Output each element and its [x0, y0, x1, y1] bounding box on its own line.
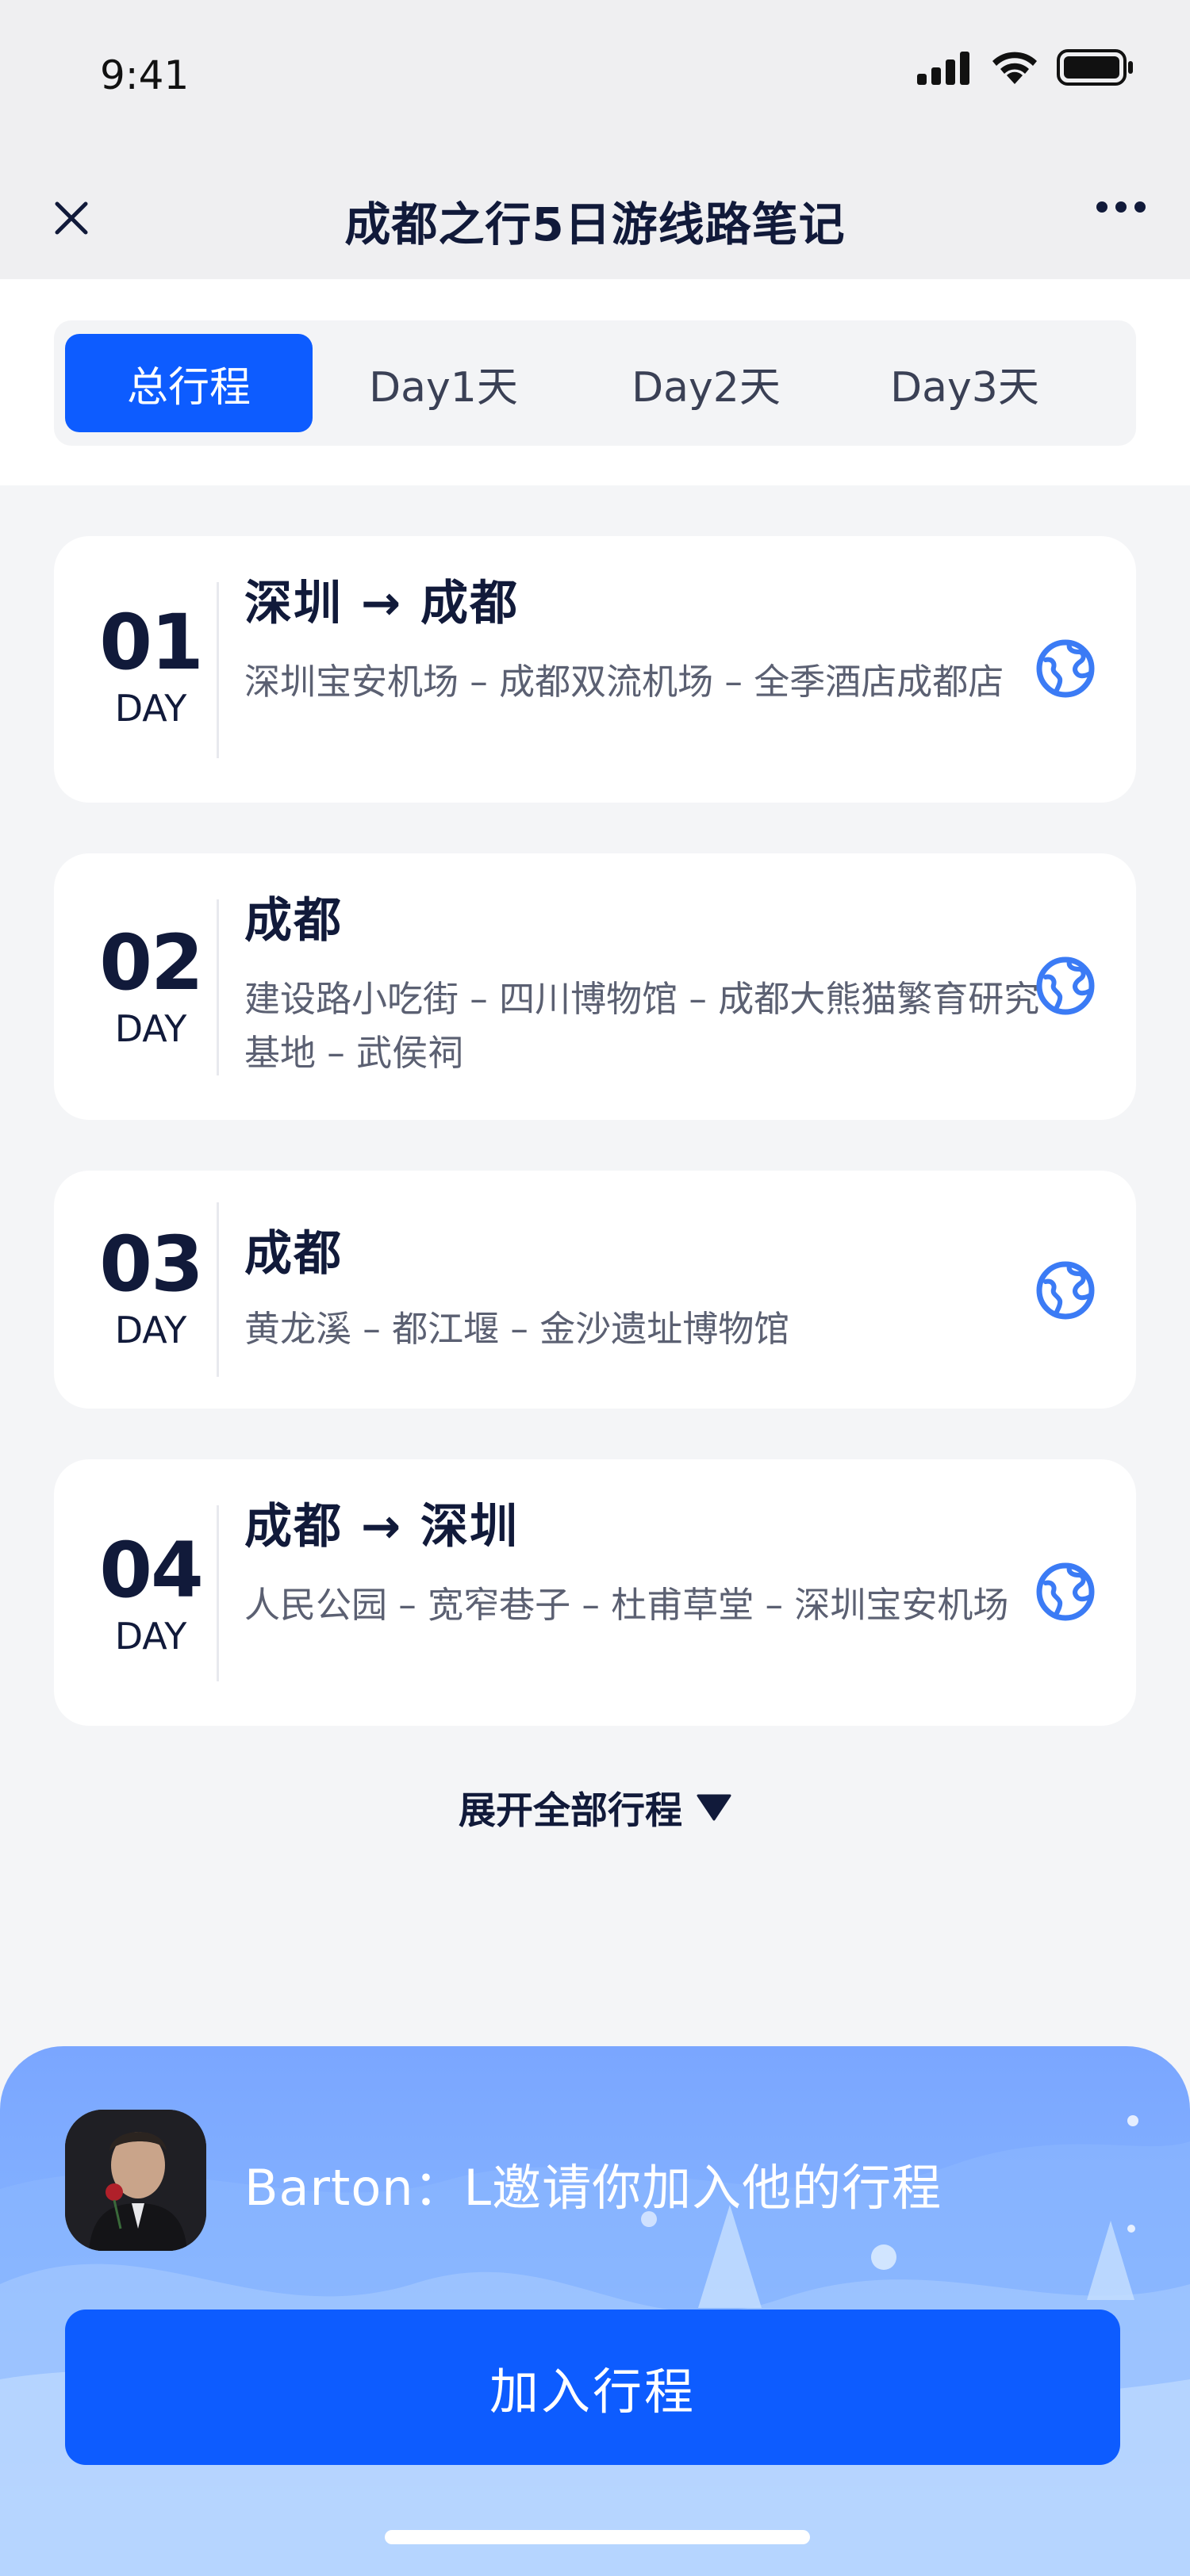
- globe-icon[interactable]: [1035, 955, 1096, 1017]
- day-number-value: 01: [99, 598, 204, 687]
- join-trip-button[interactable]: 加入行程: [65, 2310, 1120, 2465]
- battery-icon: [1057, 49, 1133, 86]
- day-card[interactable]: 03 DAY 成都 黄龙溪 – 都江堰 – 金沙遗址博物馆: [54, 1171, 1136, 1409]
- tab-bar: 总行程 Day1天 Day2天 Day3天: [54, 320, 1136, 446]
- day-unit: DAY: [114, 687, 187, 730]
- day-description: 深圳宝安机场 – 成都双流机场 – 全季酒店成都店: [244, 661, 1004, 703]
- invite-message: Barton：L邀请你加入他的行程: [244, 2159, 942, 2217]
- status-time: 9:41: [100, 52, 190, 98]
- day-number-value: 04: [99, 1526, 204, 1615]
- day-route: 深圳 → 成都: [244, 576, 520, 631]
- more-dot-icon: [1096, 201, 1107, 213]
- divider: [217, 899, 219, 1075]
- divider: [217, 1202, 219, 1377]
- tab-overview[interactable]: 总行程: [65, 334, 313, 432]
- day-card[interactable]: 02 DAY 成都 建设路小吃街 – 四川博物馆 – 成都大熊猫繁育研究基地 –…: [54, 853, 1136, 1120]
- day-description: 黄龙溪 – 都江堰 – 金沙遗址博物馆: [244, 1308, 790, 1350]
- tab-day2[interactable]: Day2天: [574, 334, 838, 432]
- globe-icon[interactable]: [1035, 1259, 1096, 1321]
- more-dot-icon: [1115, 201, 1127, 213]
- triangle-down-icon: [697, 1794, 731, 1820]
- avatar: [65, 2110, 206, 2251]
- tab-bar-section: 总行程 Day1天 Day2天 Day3天: [0, 279, 1190, 485]
- day-unit: DAY: [114, 1615, 187, 1658]
- home-indicator: [385, 2530, 810, 2544]
- invite-panel: Barton：L邀请你加入他的行程 加入行程: [0, 2046, 1190, 2576]
- day-unit: DAY: [114, 1007, 187, 1050]
- day-card[interactable]: 04 DAY 成都 → 深圳 人民公园 – 宽窄巷子 – 杜甫草堂 – 深圳宝安…: [54, 1459, 1136, 1726]
- page-title: 成都之行5日游线路笔记: [344, 197, 846, 251]
- tab-day3[interactable]: Day3天: [838, 334, 1092, 432]
- tab-day1[interactable]: Day1天: [313, 334, 574, 432]
- day-number-value: 02: [99, 918, 204, 1007]
- expand-all-label: 展开全部行程: [459, 1789, 682, 1833]
- day-number: 01 DAY: [92, 604, 209, 728]
- day-card[interactable]: 01 DAY 深圳 → 成都 深圳宝安机场 – 成都双流机场 – 全季酒店成都店: [54, 536, 1136, 803]
- status-icons: [917, 49, 1134, 86]
- nav-bar: 成都之行5日游线路笔记: [0, 159, 1190, 279]
- more-dot-icon: [1134, 201, 1146, 213]
- globe-icon[interactable]: [1035, 1561, 1096, 1623]
- wifi-icon: [992, 52, 1037, 84]
- user-photo: [65, 2110, 206, 2251]
- status-bar: 9:41: [0, 0, 1190, 159]
- day-unit: DAY: [114, 1309, 187, 1351]
- day-route: 成都: [244, 1226, 343, 1282]
- day-number: 04 DAY: [92, 1532, 209, 1656]
- divider: [217, 1505, 219, 1681]
- day-number: 03 DAY: [92, 1226, 209, 1350]
- divider: [217, 582, 219, 758]
- day-description: 人民公园 – 宽窄巷子 – 杜甫草堂 – 深圳宝安机场: [244, 1584, 1009, 1626]
- day-description: 建设路小吃街 – 四川博物馆 – 成都大熊猫繁育研究基地 – 武侯祠: [244, 978, 1040, 1074]
- expand-all-button[interactable]: 展开全部行程: [0, 1780, 1190, 1834]
- day-number-value: 03: [99, 1220, 204, 1309]
- day-route: 成都: [244, 893, 343, 949]
- more-button[interactable]: [1096, 201, 1146, 213]
- signal-icon: [917, 52, 969, 85]
- day-route: 成都 → 深圳: [244, 1499, 520, 1554]
- globe-icon[interactable]: [1035, 638, 1096, 700]
- day-number: 02 DAY: [92, 925, 209, 1048]
